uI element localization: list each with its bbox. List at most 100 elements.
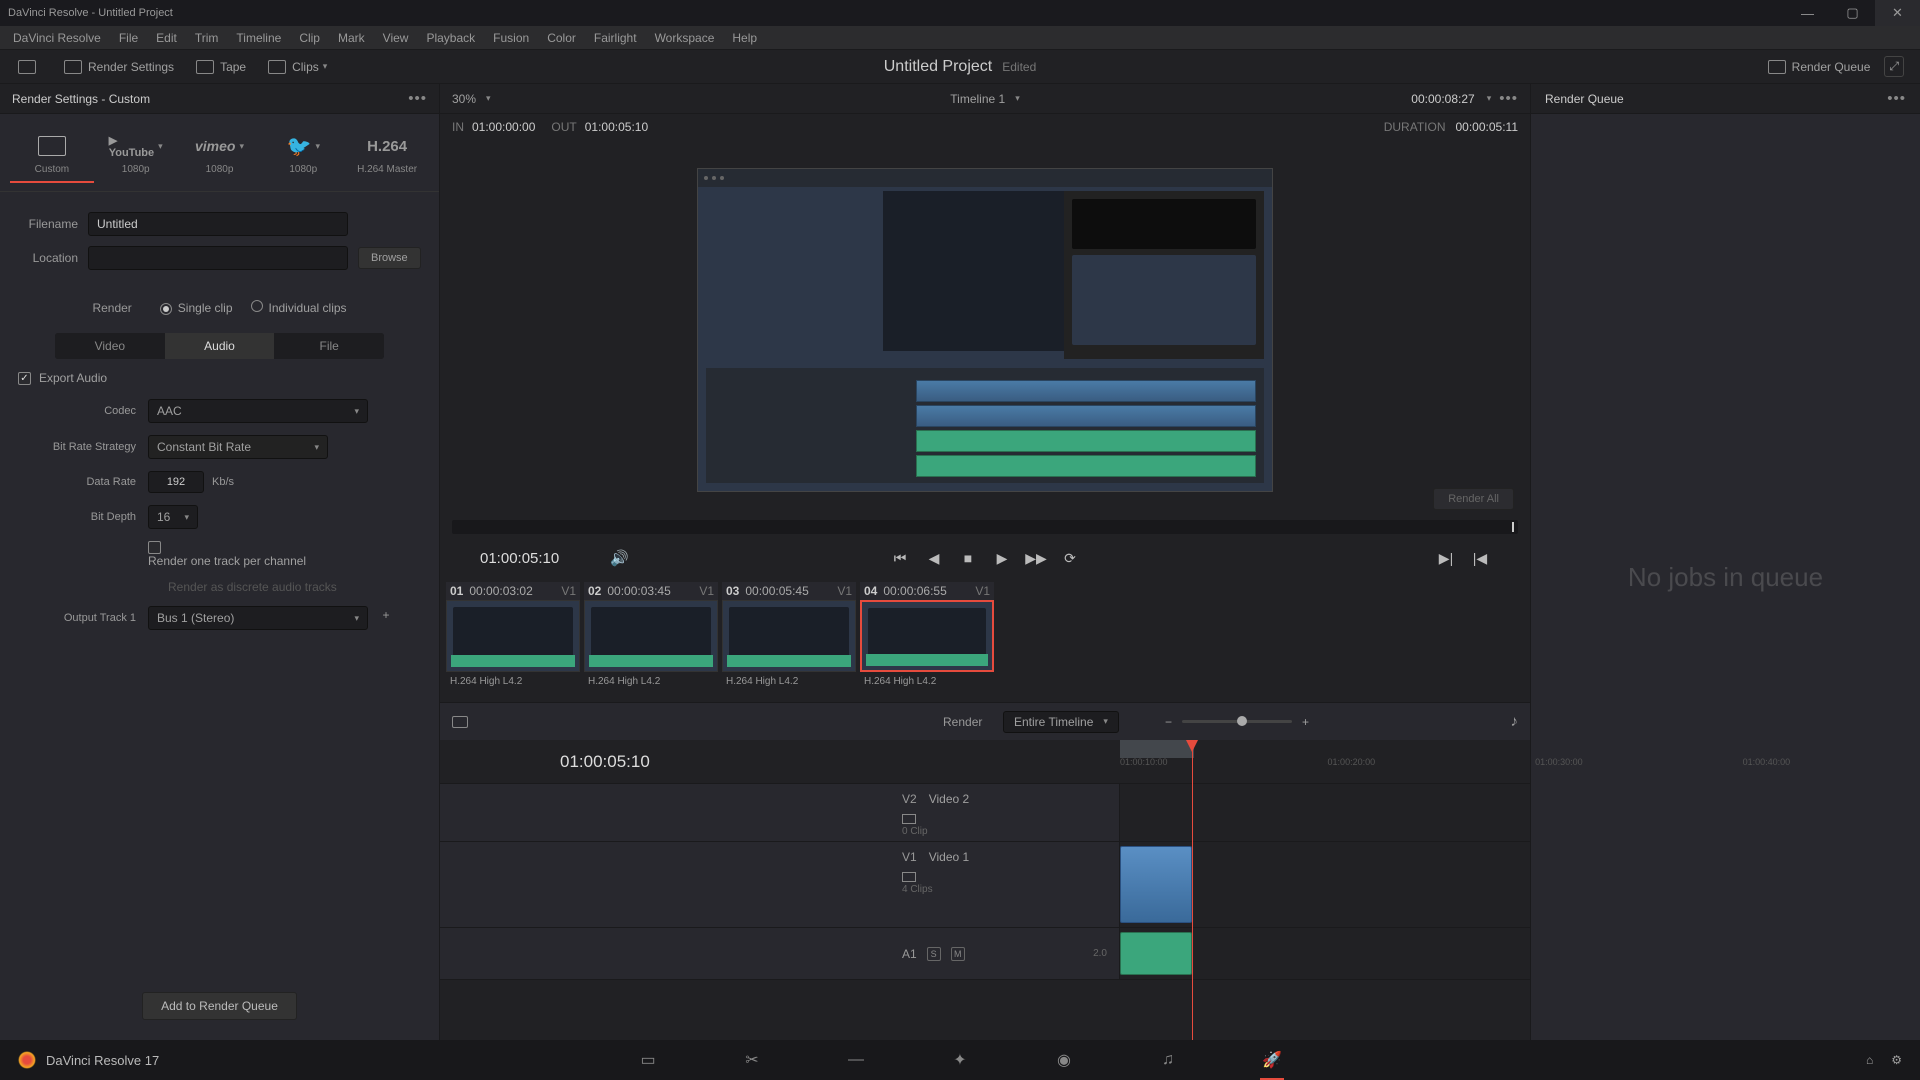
track-toggle[interactable] bbox=[902, 872, 916, 882]
track-v1-body[interactable] bbox=[1120, 842, 1530, 927]
bit-depth-select[interactable]: 16▾ bbox=[148, 505, 198, 529]
audio-clip[interactable] bbox=[1120, 932, 1192, 975]
menu-fairlight[interactable]: Fairlight bbox=[585, 31, 646, 45]
timeline-ruler[interactable]: 01:00:05:10 01:00:10:00 01:00:20:00 01:0… bbox=[440, 740, 1530, 784]
individual-clips-radio[interactable]: Individual clips bbox=[251, 300, 347, 315]
go-out-button[interactable]: |◀ bbox=[1470, 548, 1490, 568]
add-track-button[interactable]: + bbox=[376, 608, 396, 628]
viewer-timecode[interactable]: 00:00:08:27 bbox=[1411, 92, 1474, 106]
single-clip-radio[interactable]: Single clip bbox=[160, 301, 233, 315]
transport-bar: 01:00:05:10 🔊 ⏮ ◀ ■ ▶ ▶▶ ⟳ ▶| |◀ bbox=[440, 534, 1530, 582]
fairlight-page-button[interactable]: ♫ bbox=[1156, 1048, 1180, 1072]
loop-button[interactable]: ⟳ bbox=[1060, 548, 1080, 568]
menu-playback[interactable]: Playback bbox=[417, 31, 484, 45]
track-v2-body[interactable] bbox=[1120, 784, 1530, 841]
add-to-render-queue-button[interactable]: Add to Render Queue bbox=[142, 992, 297, 1020]
track-v2: V2Video 2 0 Clip bbox=[440, 784, 1530, 842]
data-rate-input[interactable] bbox=[148, 471, 204, 493]
clip-thumb-1[interactable]: 0100:00:03:02V1 H.264 High L4.2 bbox=[446, 582, 580, 687]
settings-button[interactable]: ⚙ bbox=[1891, 1053, 1902, 1067]
solo-button[interactable]: S bbox=[927, 947, 941, 961]
menu-timeline[interactable]: Timeline bbox=[227, 31, 290, 45]
track-a1-body[interactable] bbox=[1120, 928, 1530, 979]
timeline-name[interactable]: Timeline 1▾ bbox=[950, 92, 1019, 106]
edit-page-button[interactable]: ⎯⎯ bbox=[844, 1048, 868, 1072]
media-page-button[interactable]: ▭ bbox=[636, 1048, 660, 1072]
menu-davinci[interactable]: DaVinci Resolve bbox=[4, 31, 110, 45]
render-settings-button[interactable]: Render Settings bbox=[56, 56, 182, 78]
tl-render-label: Render bbox=[943, 715, 982, 729]
output-track-select[interactable]: Bus 1 (Stereo)▾ bbox=[148, 606, 368, 630]
menu-trim[interactable]: Trim bbox=[186, 31, 228, 45]
render-queue-button[interactable]: Render Queue bbox=[1760, 56, 1879, 78]
menu-help[interactable]: Help bbox=[723, 31, 766, 45]
queue-menu-icon[interactable]: ••• bbox=[1887, 90, 1906, 107]
panel-menu-icon[interactable]: ••• bbox=[408, 90, 427, 107]
tab-audio[interactable]: Audio bbox=[165, 333, 275, 359]
track-toggle[interactable] bbox=[902, 814, 916, 824]
menu-view[interactable]: View bbox=[374, 31, 418, 45]
zoom-slider[interactable] bbox=[1182, 720, 1292, 723]
home-button[interactable]: ⌂ bbox=[1866, 1053, 1873, 1067]
render-all-button[interactable]: Render All bbox=[1433, 488, 1514, 510]
timeline-zoom: − + bbox=[1165, 715, 1309, 729]
preset-vimeo[interactable]: vimeo▾1080p bbox=[178, 126, 262, 183]
tab-file[interactable]: File bbox=[274, 333, 384, 359]
maximize-button[interactable]: ▢ bbox=[1830, 0, 1875, 26]
menu-workspace[interactable]: Workspace bbox=[646, 31, 724, 45]
go-in-button[interactable]: ▶| bbox=[1436, 548, 1456, 568]
tab-video[interactable]: Video bbox=[55, 333, 165, 359]
menu-color[interactable]: Color bbox=[538, 31, 585, 45]
preset-h264[interactable]: H.264H.264 Master bbox=[345, 126, 429, 183]
clip-thumb-3[interactable]: 0300:00:05:45V1 H.264 High L4.2 bbox=[722, 582, 856, 687]
preset-twitter[interactable]: 🐦▾1080p bbox=[261, 126, 345, 183]
transport-tc[interactable]: 01:00:05:10 bbox=[480, 550, 559, 567]
menu-mark[interactable]: Mark bbox=[329, 31, 374, 45]
preset-custom[interactable]: Custom bbox=[10, 126, 94, 183]
play-button[interactable]: ▶ bbox=[992, 548, 1012, 568]
color-page-button[interactable]: ◉ bbox=[1052, 1048, 1076, 1072]
minimize-button[interactable]: — bbox=[1785, 0, 1830, 26]
render-one-track-check[interactable]: Render one track per channel bbox=[148, 541, 306, 568]
mute-button[interactable]: M bbox=[951, 947, 965, 961]
browse-button[interactable]: Browse bbox=[358, 247, 421, 269]
deliver-page-button[interactable]: 🚀 bbox=[1260, 1048, 1284, 1072]
first-frame-button[interactable]: ⏮ bbox=[890, 548, 910, 568]
codec-select[interactable]: AAC▾ bbox=[148, 399, 368, 423]
quick-export-button[interactable] bbox=[10, 56, 50, 78]
timeline-view-icon[interactable] bbox=[452, 716, 468, 728]
render-range-select[interactable]: Entire Timeline▾ bbox=[1003, 711, 1119, 733]
next-frame-button[interactable]: ▶▶ bbox=[1026, 548, 1046, 568]
timeline: 01:00:05:10 01:00:10:00 01:00:20:00 01:0… bbox=[440, 740, 1530, 1040]
clips-button[interactable]: Clips▾ bbox=[260, 56, 335, 78]
preset-youtube[interactable]: ▶ YouTube▾1080p bbox=[94, 126, 178, 183]
zoom-out-button[interactable]: − bbox=[1165, 715, 1172, 729]
expand-button[interactable]: ⤢ bbox=[1884, 56, 1904, 77]
queue-empty-label: No jobs in queue bbox=[1628, 562, 1823, 593]
zoom-select[interactable]: 30%▾ bbox=[452, 92, 491, 106]
music-icon[interactable]: ♪ bbox=[1511, 713, 1519, 730]
clip-thumb-2[interactable]: 0200:00:03:45V1 H.264 High L4.2 bbox=[584, 582, 718, 687]
playhead[interactable] bbox=[1192, 740, 1193, 1040]
viewer[interactable]: Render All bbox=[440, 140, 1530, 520]
zoom-in-button[interactable]: + bbox=[1302, 715, 1309, 729]
clip-thumb-4[interactable]: 0400:00:06:55V1 H.264 High L4.2 bbox=[860, 582, 994, 687]
tape-button[interactable]: Tape bbox=[188, 56, 254, 78]
cut-page-button[interactable]: ✂ bbox=[740, 1048, 764, 1072]
menu-edit[interactable]: Edit bbox=[147, 31, 186, 45]
filename-input[interactable] bbox=[88, 212, 348, 236]
menu-fusion[interactable]: Fusion bbox=[484, 31, 538, 45]
video-clip[interactable] bbox=[1120, 846, 1192, 923]
menu-file[interactable]: File bbox=[110, 31, 147, 45]
bottombar: DaVinci Resolve 17 ▭ ✂ ⎯⎯ ✦ ◉ ♫ 🚀 ⌂ ⚙ bbox=[0, 1040, 1920, 1080]
fusion-page-button[interactable]: ✦ bbox=[948, 1048, 972, 1072]
prev-frame-button[interactable]: ◀ bbox=[924, 548, 944, 568]
menu-clip[interactable]: Clip bbox=[290, 31, 329, 45]
stop-button[interactable]: ■ bbox=[958, 548, 978, 568]
close-button[interactable]: ✕ bbox=[1875, 0, 1920, 26]
scrubber[interactable] bbox=[452, 520, 1518, 534]
viewer-menu-icon[interactable]: ••• bbox=[1499, 90, 1518, 107]
location-input[interactable] bbox=[88, 246, 348, 270]
speaker-icon[interactable]: 🔊 bbox=[610, 549, 629, 567]
export-audio-check[interactable]: Export Audio bbox=[18, 371, 421, 385]
